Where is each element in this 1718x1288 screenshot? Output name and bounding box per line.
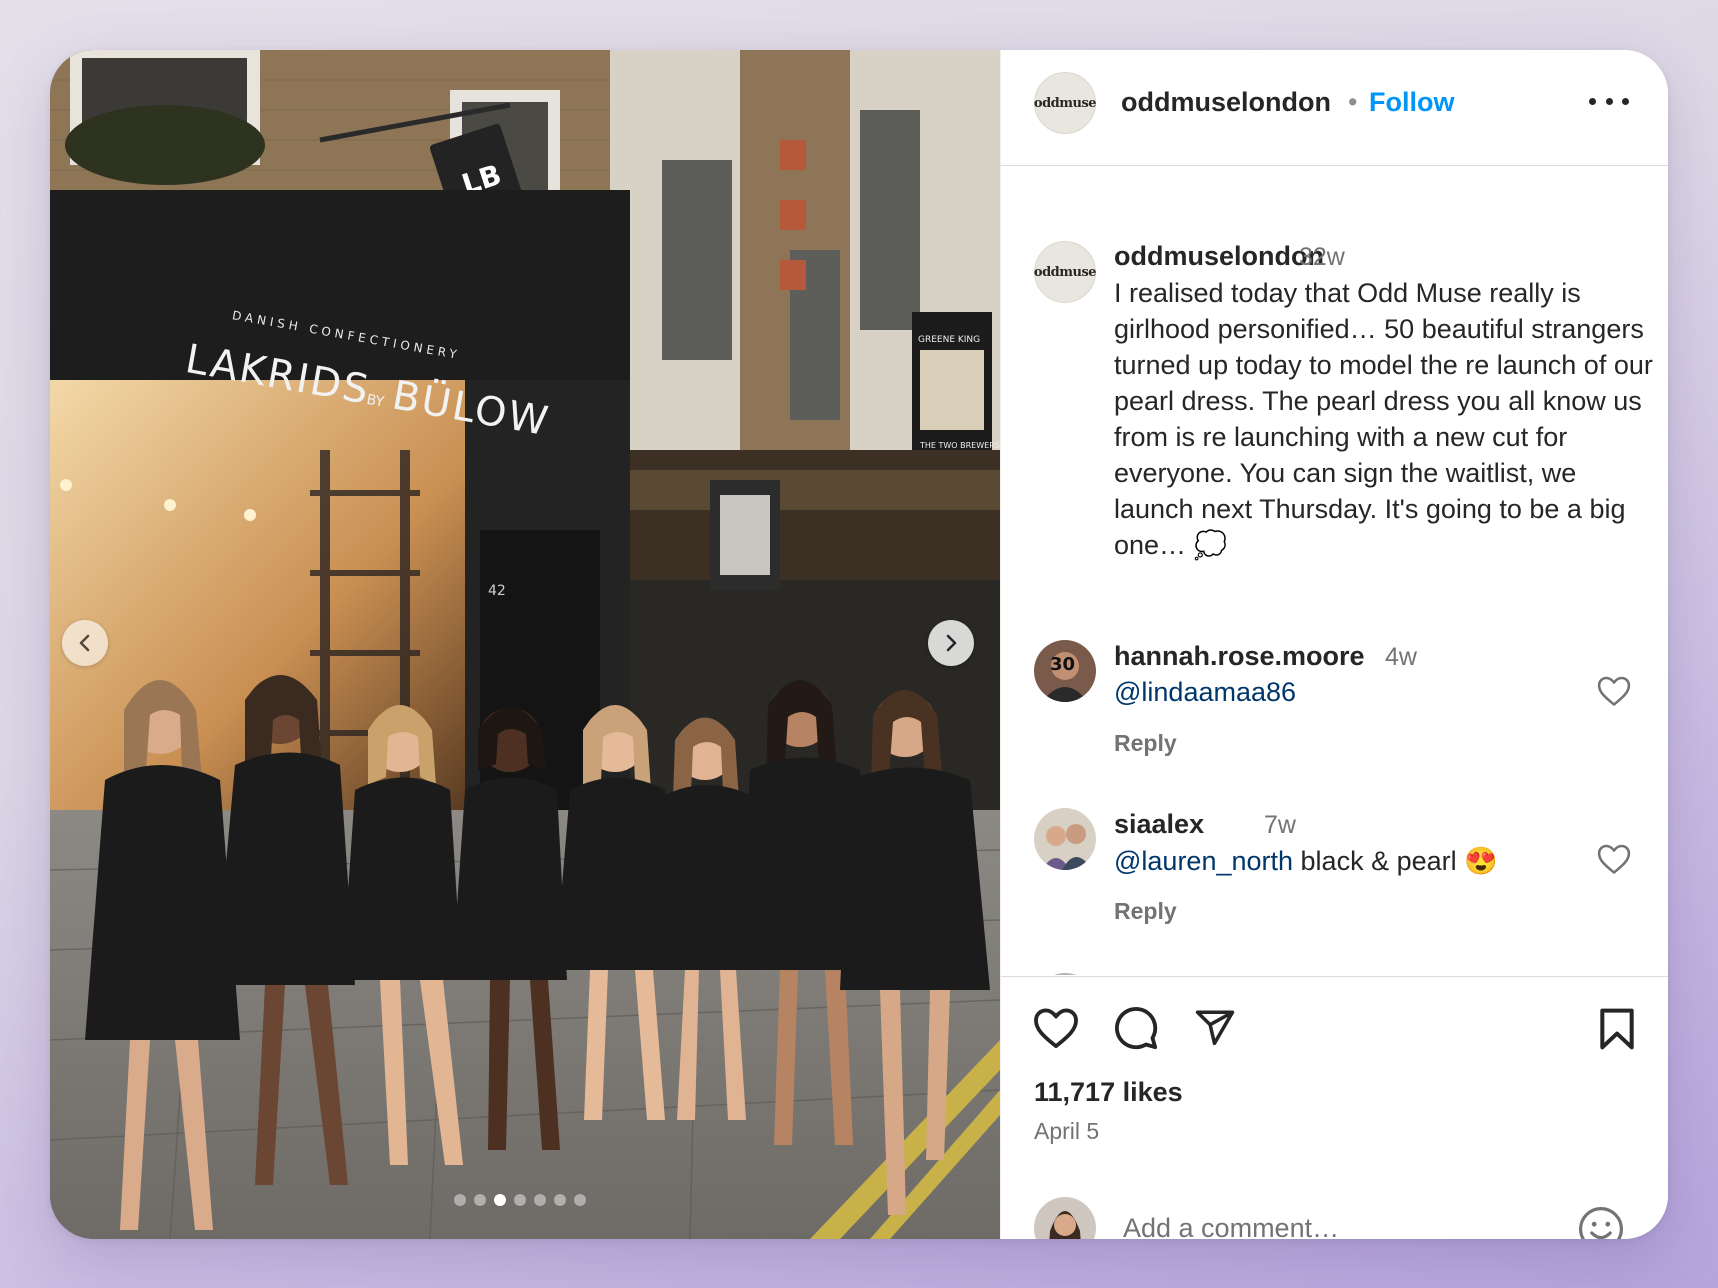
carousel-prev-button[interactable] xyxy=(62,620,108,666)
likes-count[interactable]: 11,717 likes xyxy=(1034,1077,1183,1108)
bookmark-icon[interactable] xyxy=(1597,1007,1637,1051)
svg-text:30: 30 xyxy=(1050,654,1075,675)
comment-timestamp[interactable]: 4w xyxy=(1385,643,1417,672)
more-options-button[interactable] xyxy=(1589,86,1629,116)
avatar-logo-text: oddmuse xyxy=(1033,95,1097,111)
commenter-avatar[interactable]: 30 xyxy=(1034,640,1096,702)
more-options-icon xyxy=(1589,97,1596,105)
post-header: oddmuse oddmuselondon • Follow xyxy=(1001,50,1668,166)
comment-text: black & pearl 😍 xyxy=(1293,846,1498,876)
caption-timestamp[interactable]: 32w xyxy=(1299,243,1345,272)
comment-like-heart-icon[interactable] xyxy=(1597,843,1631,875)
post-side-panel: oddmuse oddmuselondon • Follow oddmuse o… xyxy=(1000,50,1668,1239)
comment-body: @lindaamaa86 xyxy=(1114,677,1296,708)
street-scene-image: LB GREENE KING THE TWO BREWERS 42 DANISH… xyxy=(50,50,1000,1239)
avatar-logo-text: oddmuse xyxy=(1033,264,1097,280)
follow-button[interactable]: Follow xyxy=(1369,87,1454,118)
header-username[interactable]: oddmuselondon xyxy=(1121,87,1331,118)
paper-plane-icon[interactable] xyxy=(1193,1007,1237,1049)
commenter-avatar[interactable] xyxy=(1034,808,1096,870)
comments-scroll-area[interactable]: oddmuse oddmuselondon 32w I realised tod… xyxy=(1001,167,1668,975)
caption-text: I realised today that Odd Muse really is… xyxy=(1114,278,1653,560)
svg-text:GREENE KING: GREENE KING xyxy=(918,335,980,345)
post-actions: 11,717 likes April 5 xyxy=(1001,976,1668,1239)
svg-text:THE TWO BREWERS: THE TWO BREWERS xyxy=(919,441,1000,450)
caption-avatar[interactable]: oddmuse xyxy=(1033,241,1097,303)
caption-username[interactable]: oddmuselondon xyxy=(1114,241,1324,272)
svg-text:BY: BY xyxy=(365,392,385,411)
carousel-dot xyxy=(554,1194,566,1206)
comment-username[interactable]: hannah.rose.moore xyxy=(1114,641,1365,672)
chevron-right-icon xyxy=(946,634,957,652)
account-avatar[interactable]: oddmuse xyxy=(1033,72,1097,134)
carousel-dot xyxy=(494,1194,506,1206)
chevron-left-icon xyxy=(79,634,90,652)
current-user-avatar xyxy=(1034,1197,1096,1239)
svg-text:42: 42 xyxy=(488,583,506,599)
carousel-next-button[interactable] xyxy=(928,620,974,666)
carousel-dot xyxy=(454,1194,466,1206)
header-separator: • xyxy=(1348,87,1358,117)
comment-bubble-icon[interactable] xyxy=(1113,1005,1159,1051)
carousel-indicator xyxy=(454,1194,586,1206)
carousel-dot xyxy=(534,1194,546,1206)
comment-like-heart-icon[interactable] xyxy=(1597,675,1631,707)
post-photo[interactable]: LB GREENE KING THE TWO BREWERS 42 DANISH… xyxy=(50,50,1000,1239)
carousel-dot xyxy=(574,1194,586,1206)
comment-mention[interactable]: @lindaamaa86 xyxy=(1114,677,1296,707)
next-comment-avatar[interactable] xyxy=(1034,973,1096,975)
post-date[interactable]: April 5 xyxy=(1034,1118,1099,1145)
instagram-post-window: LB GREENE KING THE TWO BREWERS 42 DANISH… xyxy=(50,50,1668,1239)
comment-reply-button[interactable]: Reply xyxy=(1114,730,1177,757)
heart-icon[interactable] xyxy=(1033,1007,1079,1049)
comment-body: @lauren_north black & pearl 😍 xyxy=(1114,845,1498,877)
smiley-icon[interactable] xyxy=(1577,1205,1625,1239)
carousel-dot xyxy=(474,1194,486,1206)
comment-username[interactable]: siaalex xyxy=(1114,809,1204,840)
add-comment-input[interactable] xyxy=(1123,1207,1543,1239)
carousel-dot xyxy=(514,1194,526,1206)
comment-mention[interactable]: @lauren_north xyxy=(1114,846,1293,876)
comment-reply-button[interactable]: Reply xyxy=(1114,898,1177,925)
comment-timestamp[interactable]: 7w xyxy=(1264,811,1296,840)
